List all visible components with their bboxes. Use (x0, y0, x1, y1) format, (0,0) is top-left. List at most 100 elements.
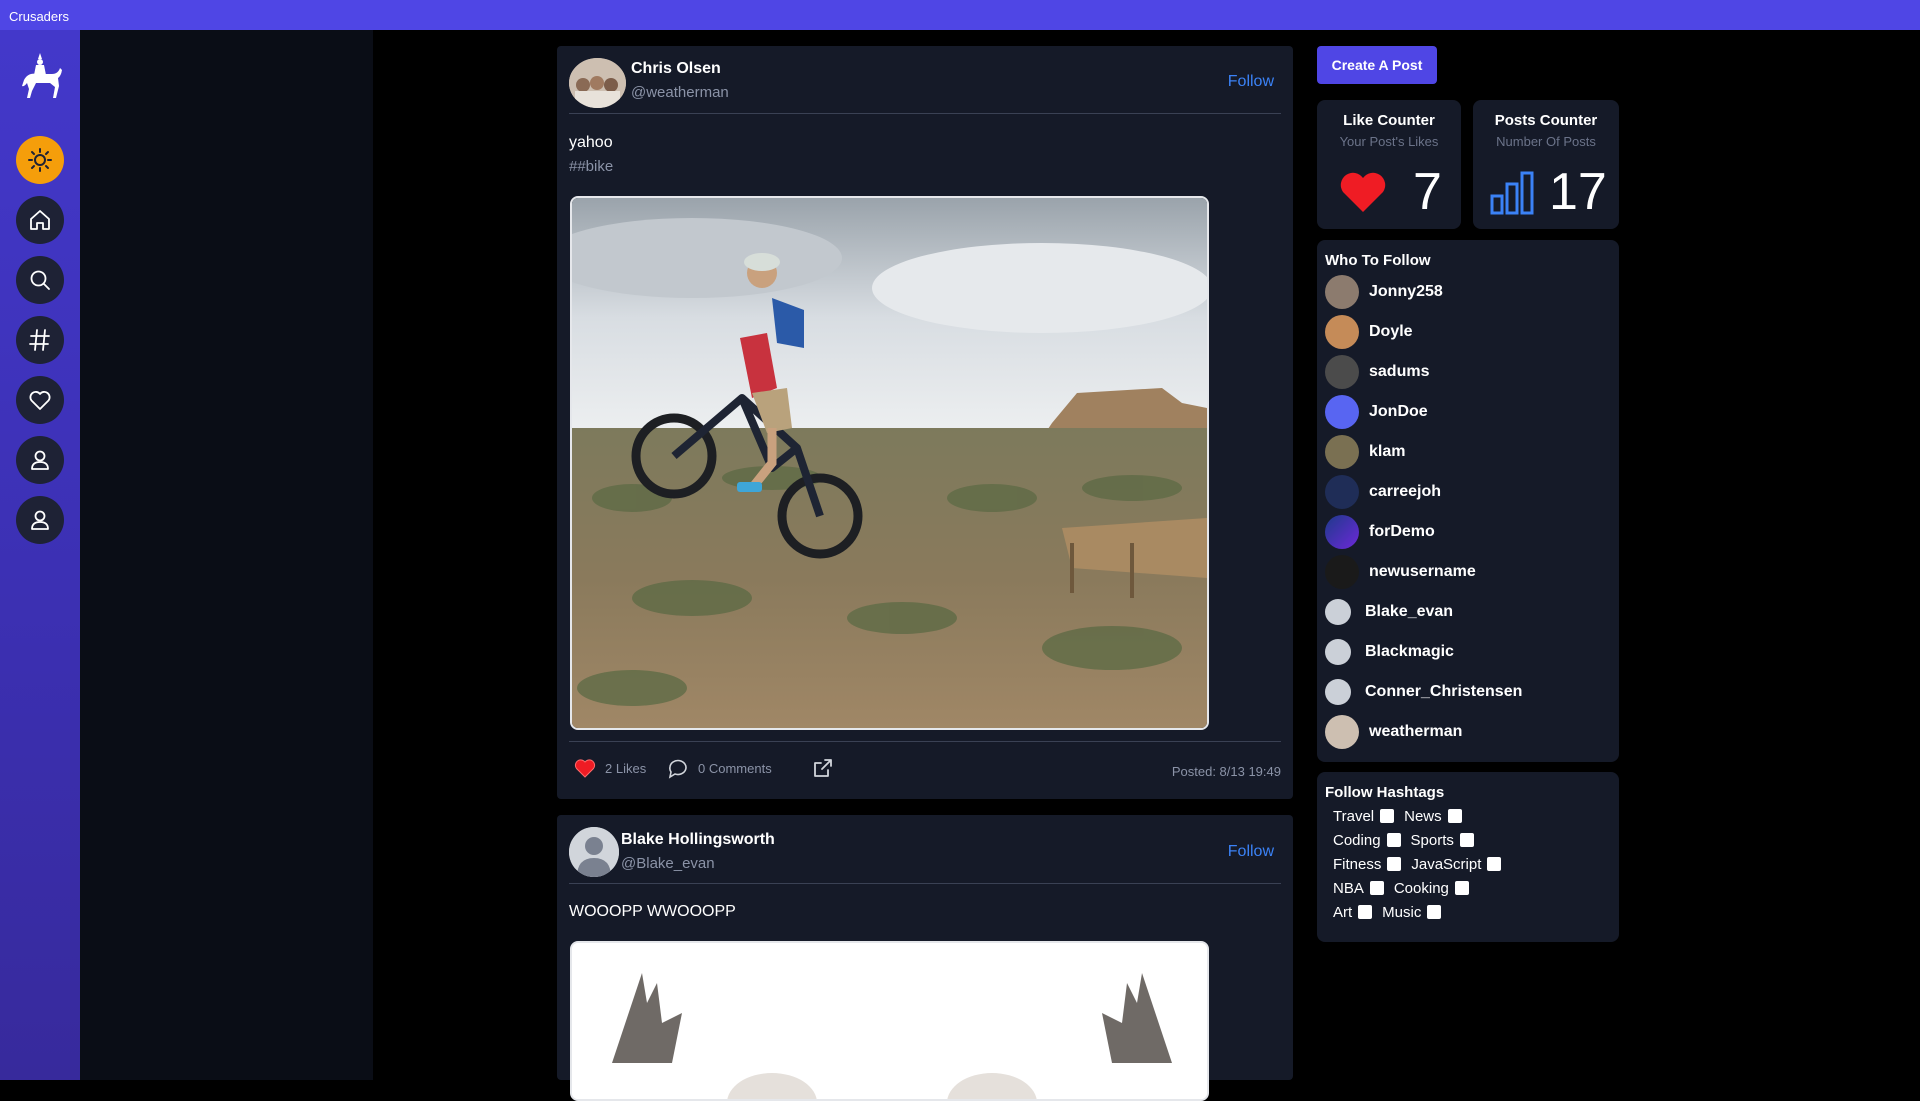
post-hashtag[interactable]: ##bike (569, 158, 613, 175)
like-counter-card: Like Counter Your Post's Likes 7 (1317, 100, 1461, 229)
hashtag-label: Cooking (1393, 879, 1449, 897)
search-icon (30, 270, 50, 290)
author-handle: @Blake_evan (621, 855, 715, 872)
avatar (1325, 355, 1359, 389)
follow-suggestion[interactable]: JonDoe (1325, 395, 1428, 429)
posts-counter-card: Posts Counter Number Of Posts 17 (1473, 100, 1619, 229)
hashtag-checkbox[interactable] (1387, 857, 1402, 871)
avatar[interactable] (569, 827, 619, 877)
follow-suggestion[interactable]: Doyle (1325, 315, 1413, 349)
hashtag-checkbox[interactable] (1369, 881, 1384, 895)
hashtag-checkbox[interactable] (1386, 833, 1401, 847)
username: klam (1369, 443, 1406, 460)
avatar (1325, 315, 1359, 349)
hashtag-checkbox[interactable] (1358, 905, 1373, 919)
follow-suggestion[interactable]: carreejoh (1325, 475, 1441, 509)
username: newusername (1369, 563, 1476, 580)
username: forDemo (1369, 523, 1435, 540)
bar-chart-icon (1490, 171, 1534, 215)
posts-counter-title: Posts Counter (1494, 112, 1598, 129)
hashtag-checkbox[interactable] (1487, 857, 1502, 871)
author-handle: @weatherman (631, 84, 729, 101)
author-name[interactable]: Blake Hollingsworth (621, 831, 775, 849)
search-button[interactable] (16, 256, 64, 304)
follow-suggestion[interactable]: forDemo (1325, 515, 1435, 549)
hashtag-label: NBA (1333, 879, 1364, 897)
top-bar: Crusaders (0, 0, 1920, 30)
divider (569, 883, 1281, 884)
follow-suggestion[interactable]: Jonny258 (1325, 275, 1443, 309)
profile-button[interactable] (16, 436, 64, 484)
hashtag-row: Art Music (1333, 902, 1451, 922)
account-button[interactable] (16, 496, 64, 544)
comments-count: 0 Comments (698, 760, 772, 776)
post-text: yahoo (569, 134, 613, 151)
follow-suggestion[interactable]: Blackmagic (1325, 636, 1454, 668)
hashtag-row: Travel News (1333, 806, 1472, 826)
follow-suggestion[interactable]: weatherman (1325, 715, 1463, 749)
follow-suggestion[interactable]: newusername (1325, 555, 1476, 589)
follow-suggestion[interactable]: klam (1325, 435, 1406, 469)
create-post-button[interactable]: Create A Post (1317, 46, 1437, 84)
hashtag-icon (29, 329, 50, 351)
likes-button[interactable] (16, 376, 64, 424)
like-counter-title: Like Counter (1343, 112, 1435, 129)
follow-button[interactable]: Follow (1228, 73, 1274, 91)
sun-icon (28, 148, 52, 172)
username: sadums (1369, 363, 1430, 380)
divider (569, 741, 1281, 742)
avatar[interactable] (569, 58, 626, 108)
follow-hashtags-card: Follow Hashtags Travel News Coding Sport… (1317, 772, 1619, 942)
follow-suggestion[interactable]: sadums (1325, 355, 1430, 389)
comments-button[interactable]: 0 Comments (666, 756, 772, 780)
avatar (1325, 475, 1359, 509)
username: weatherman (1369, 723, 1463, 740)
hashtag-checkbox[interactable] (1447, 809, 1462, 823)
hashtag-checkbox[interactable] (1427, 905, 1442, 919)
who-to-follow-title: Who To Follow (1325, 252, 1431, 269)
discord-avatar-icon (1325, 395, 1359, 429)
default-user-icon (1325, 679, 1351, 705)
avatar (1325, 715, 1359, 749)
default-user-icon (1325, 639, 1351, 665)
share-button[interactable] (811, 756, 835, 780)
post-image[interactable] (570, 941, 1209, 1101)
posts-counter-subtitle: Number Of Posts (1496, 134, 1596, 149)
heart-icon (1340, 172, 1386, 212)
post-text: WOOOPP WWOOOPP (569, 903, 736, 920)
hashtag-checkbox[interactable] (1454, 881, 1469, 895)
like-button[interactable]: 2 Likes (573, 756, 646, 780)
avatar (1325, 275, 1359, 309)
hashtag-label: JavaScript (1411, 855, 1482, 873)
who-to-follow-card: Who To Follow Jonny258 Doyle sadums JonD… (1317, 240, 1619, 762)
hashtag-checkbox[interactable] (1459, 833, 1474, 847)
comment-icon (668, 759, 687, 779)
follow-suggestion[interactable]: Blake_evan (1325, 596, 1453, 628)
username: JonDoe (1369, 403, 1428, 420)
heart-icon (29, 391, 51, 410)
user-icon (31, 450, 49, 470)
divider (569, 113, 1281, 114)
hashtag-row: Fitness JavaScript (1333, 854, 1511, 874)
knight-logo-icon[interactable] (16, 50, 64, 104)
likes-count: 2 Likes (605, 760, 647, 776)
avatar (1325, 435, 1359, 469)
hashtag-label: News (1404, 807, 1442, 825)
left-panel (80, 30, 373, 1080)
external-link-icon (814, 759, 832, 777)
username: Doyle (1369, 323, 1413, 340)
follow-suggestion[interactable]: Conner_Christensen (1325, 676, 1522, 708)
post-card: Chris Olsen @weatherman Follow yahoo ##b… (557, 46, 1293, 799)
hashtag-row: NBA Cooking (1333, 878, 1479, 898)
follow-button[interactable]: Follow (1228, 843, 1274, 861)
post-image[interactable] (570, 196, 1209, 730)
home-icon (30, 210, 50, 230)
author-name[interactable]: Chris Olsen (631, 60, 721, 78)
app-title: Crusaders (9, 9, 69, 24)
home-button[interactable] (16, 196, 64, 244)
hashtags-button[interactable] (16, 316, 64, 364)
hashtag-checkbox[interactable] (1380, 809, 1395, 823)
heart-icon (574, 759, 596, 778)
theme-toggle-button[interactable] (16, 136, 64, 184)
hashtag-label: Sports (1410, 831, 1454, 849)
